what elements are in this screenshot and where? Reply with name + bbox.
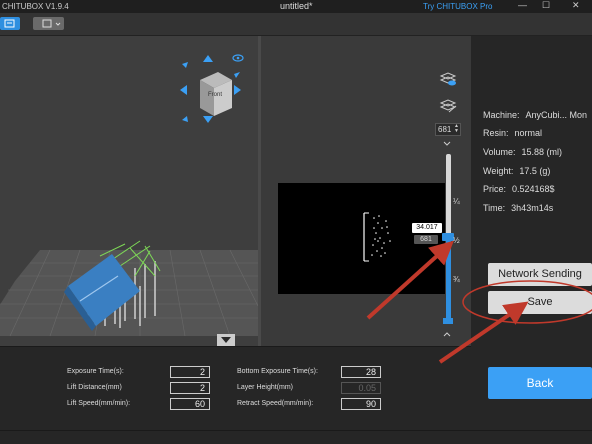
chitubox-window: CHITUBOX V1.9.4 untitled* Try CHITUBOX P…	[0, 0, 592, 444]
lift-speed-label: Lift Speed(mm/min):	[67, 400, 131, 407]
layer-height-tooltip: 34.017	[412, 223, 442, 233]
exposure-time-field[interactable]: 2	[170, 366, 210, 378]
exposure-time-label: Exposure Time(s):	[67, 368, 124, 375]
layer-view-icon[interactable]	[438, 70, 458, 88]
chevron-up-icon[interactable]	[442, 330, 452, 338]
bottom-exposure-field[interactable]: 28	[341, 366, 381, 378]
3d-viewport[interactable]: Front	[0, 36, 258, 346]
lift-distance-label: Lift Distance(mm)	[67, 384, 122, 391]
network-sending-button[interactable]: Network Sending	[488, 263, 592, 286]
info-volume: Volume: 15.88 (ml)	[483, 147, 563, 157]
retract-speed-field[interactable]: 90	[341, 398, 381, 410]
back-button[interactable]: Back	[488, 367, 592, 399]
layer-index-label: 681	[414, 235, 438, 244]
info-time: Time: 3h43m14s	[483, 203, 554, 213]
chevron-down-icon	[42, 19, 61, 28]
save-button[interactable]: Save	[488, 291, 592, 314]
info-weight: Weight: 17.5 (g)	[483, 166, 551, 176]
layers-icon	[4, 19, 15, 28]
view-mode-dropdown[interactable]	[33, 17, 64, 30]
layer-hide-icon[interactable]	[438, 97, 458, 115]
lift-distance-field[interactable]: 2	[170, 382, 210, 394]
slice-view-button[interactable]	[0, 17, 20, 30]
info-price: Price: 0.524168$	[483, 184, 555, 194]
layer-height-label: Layer Height(mm)	[237, 384, 294, 391]
chevron-up-icon[interactable]	[442, 140, 452, 148]
info-resin: Resin: normal	[483, 128, 543, 138]
maximize-button[interactable]: ☐	[542, 0, 550, 11]
layer-stepper[interactable]: ▲ ▼	[454, 124, 459, 134]
toolbar	[0, 13, 592, 36]
document-title: untitled*	[280, 1, 313, 11]
collapse-panel-button[interactable]	[217, 334, 235, 346]
status-divider	[0, 430, 592, 431]
slider-three-quarter-mark: ¾	[453, 275, 460, 284]
info-machine: Machine: AnyCubi... Mon	[483, 110, 588, 120]
minimize-button[interactable]: —	[518, 0, 527, 10]
layer-slider-fill	[446, 239, 451, 324]
layer-slider-bottom-handle[interactable]	[443, 318, 453, 324]
slider-half-mark: ½	[453, 236, 460, 245]
slider-quarter-mark: ¼	[453, 197, 460, 206]
lift-speed-field[interactable]: 60	[170, 398, 210, 410]
bottom-exposure-label: Bottom Exposure Time(s):	[237, 368, 318, 375]
title-bar: CHITUBOX V1.9.4 untitled* Try CHITUBOX P…	[0, 0, 592, 13]
try-pro-link[interactable]: Try CHITUBOX Pro	[423, 2, 492, 11]
close-button[interactable]: ✕	[572, 0, 580, 11]
viewcube-face-label: Front	[208, 92, 223, 98]
retract-speed-label: Retract Speed(mm/min):	[237, 400, 314, 407]
layer-height-field: 0.05	[341, 382, 381, 394]
app-title: CHITUBOX V1.9.4	[2, 2, 69, 11]
